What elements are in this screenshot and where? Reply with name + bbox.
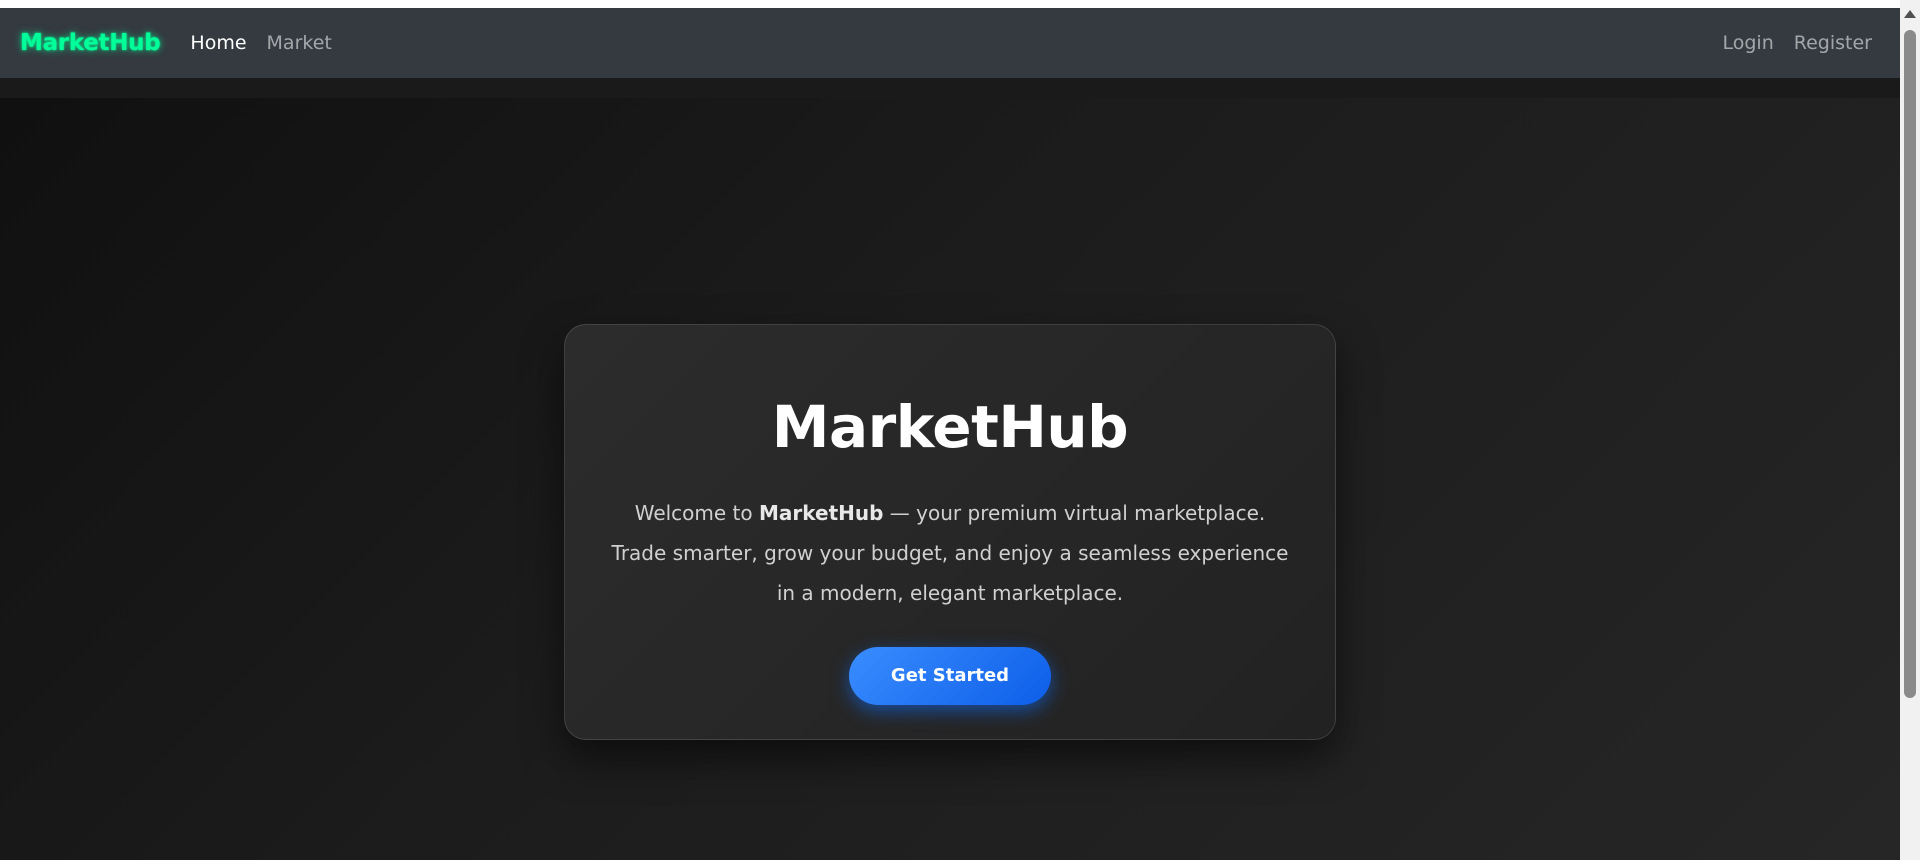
page-viewport: MarketHub Home Market Login Register Mar… xyxy=(0,8,1900,860)
hero-line3: in a modern, elegant marketplace. xyxy=(776,581,1124,605)
primary-nav: Home Market xyxy=(190,32,351,54)
auth-nav: Login Register xyxy=(1703,32,1873,54)
hero-line2: Trade smarter, grow your budget, and enj… xyxy=(611,541,1289,565)
get-started-button[interactable]: Get Started xyxy=(849,647,1051,705)
nav-link-market[interactable]: Market xyxy=(267,32,332,54)
scroll-up-arrow-icon[interactable] xyxy=(1904,10,1916,18)
hero-line1-brand: MarketHub xyxy=(759,501,884,525)
hero-description: Welcome to MarketHub — your premium virt… xyxy=(600,493,1300,613)
nav-link-register[interactable]: Register xyxy=(1794,32,1872,54)
nav-link-login[interactable]: Login xyxy=(1723,32,1774,54)
scrollbar-thumb[interactable] xyxy=(1904,30,1916,698)
hero-card: MarketHub Welcome to MarketHub — your pr… xyxy=(564,324,1336,740)
hero-line1-prefix: Welcome to xyxy=(634,501,759,525)
brand-logo[interactable]: MarketHub xyxy=(20,30,161,56)
navbar-shadow-strip xyxy=(0,78,1900,98)
hero-title: MarketHub xyxy=(771,393,1129,461)
hero-line1-suffix: — your premium virtual marketplace. xyxy=(883,501,1266,525)
top-navbar: MarketHub Home Market Login Register xyxy=(0,8,1900,78)
nav-link-home[interactable]: Home xyxy=(190,32,246,54)
vertical-scrollbar[interactable] xyxy=(1900,0,1920,860)
